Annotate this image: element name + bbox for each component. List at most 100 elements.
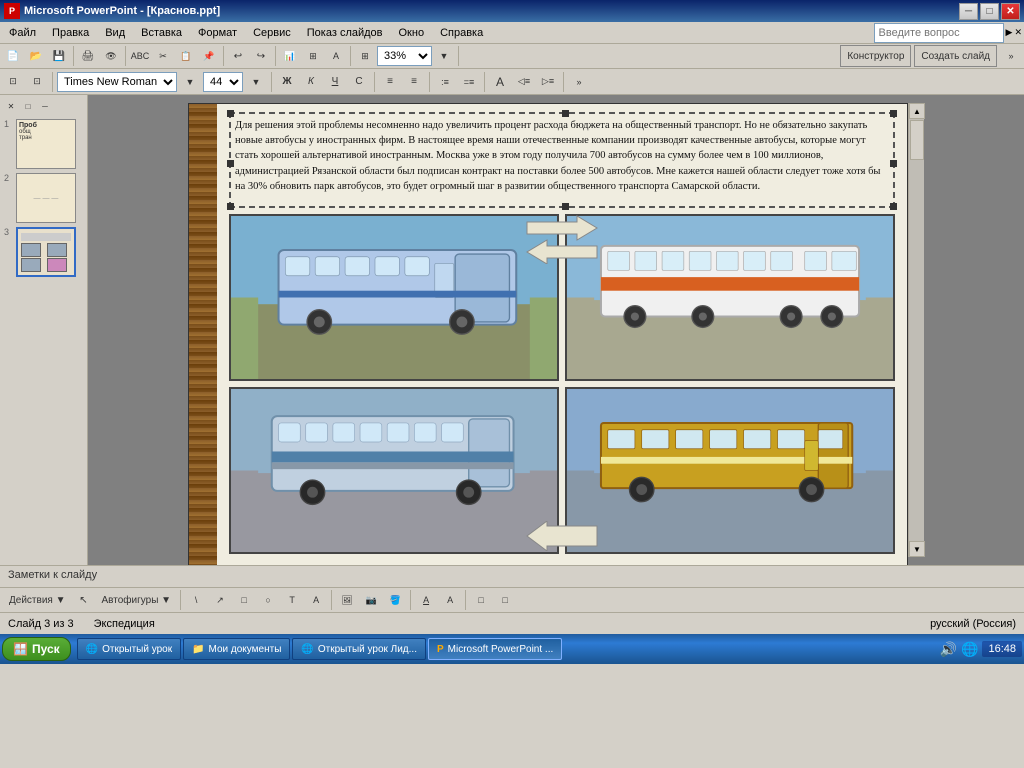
vertical-scrollbar[interactable]: ▲ ▼ <box>908 103 924 557</box>
new-button[interactable]: 📄 <box>2 45 24 67</box>
system-clock: 16:48 <box>982 641 1022 657</box>
scroll-down[interactable]: ▼ <box>909 541 925 557</box>
bus-image-3 <box>229 387 559 554</box>
slide-thumb-1[interactable]: 1 Проб общ тран <box>4 119 83 169</box>
help-close-icon[interactable]: ✕ <box>1014 27 1022 38</box>
handle-tl[interactable] <box>227 110 234 117</box>
taskbar-icon-3: 🌐 <box>301 644 313 655</box>
cut-button[interactable]: ✂ <box>152 45 174 67</box>
close-button[interactable]: ✕ <box>1001 3 1020 20</box>
bullets-button[interactable]: =≡ <box>458 71 480 93</box>
save-button[interactable]: 💾 <box>48 45 70 67</box>
minimize-button[interactable]: ─ <box>959 3 978 20</box>
help-arrow-icon[interactable]: ▶ <box>1006 27 1013 38</box>
handle-tc[interactable] <box>562 110 569 117</box>
taskbar-btn-3[interactable]: 🌐 Открытый урок Лид... <box>292 638 426 660</box>
taskbar-items: 🌐 Открытый урок 📁 Мои документы 🌐 Открыт… <box>77 638 563 660</box>
arrow-tool[interactable]: ↗ <box>209 589 231 611</box>
format-more[interactable]: » <box>568 71 590 93</box>
font-color-btn[interactable]: A <box>439 589 461 611</box>
indent-decrease[interactable]: ◁≡ <box>513 71 535 93</box>
font-select[interactable]: Times New Roman <box>57 72 177 92</box>
handle-bl[interactable] <box>227 203 234 210</box>
taskbar-icon-1: 🌐 <box>86 644 98 655</box>
start-button[interactable]: 🪟 Пуск <box>2 637 71 661</box>
paste-button[interactable]: 📌 <box>198 45 220 67</box>
redo-button[interactable]: ↪ <box>250 45 272 67</box>
print-button[interactable]: 🖨 <box>77 45 99 67</box>
scroll-up[interactable]: ▲ <box>909 103 925 119</box>
slide-container[interactable]: Для решения этой проблемы несомненно над… <box>188 103 908 565</box>
slide-thumb-3[interactable]: 3 <box>4 227 83 277</box>
handle-mr[interactable] <box>890 160 897 167</box>
menu-insert[interactable]: Вставка <box>134 24 189 42</box>
expand-button[interactable]: ⊞ <box>354 45 376 67</box>
italic-button[interactable]: К <box>300 71 322 93</box>
bold-button[interactable]: Ж <box>276 71 298 93</box>
chart-button[interactable]: 📊 <box>279 45 301 67</box>
align-left[interactable]: ≡ <box>379 71 401 93</box>
open-button[interactable]: 📂 <box>25 45 47 67</box>
underline-button[interactable]: Ч <box>324 71 346 93</box>
maximize-button[interactable]: □ <box>980 3 999 20</box>
new-slide-button[interactable]: Создать слайд <box>914 45 997 67</box>
menu-view[interactable]: Вид <box>98 24 132 42</box>
menu-window[interactable]: Окно <box>392 24 432 42</box>
fontsize-dropdown[interactable]: ▼ <box>245 71 267 93</box>
taskbar-btn-4[interactable]: P Microsoft PowerPoint ... <box>428 638 562 660</box>
picture-tool[interactable]: 📷 <box>360 589 382 611</box>
3d-style-btn[interactable]: □ <box>494 589 516 611</box>
fill-color-btn[interactable]: 🪣 <box>384 589 406 611</box>
table-button[interactable]: ⊞ <box>302 45 324 67</box>
panel-btn3[interactable]: ─ <box>38 99 52 113</box>
menu-format[interactable]: Формат <box>191 24 244 42</box>
panel-btn2[interactable]: □ <box>21 99 35 113</box>
handle-tr[interactable] <box>890 110 897 117</box>
select-tool[interactable]: ↖ <box>73 589 95 611</box>
preview-button[interactable]: 👁 <box>100 45 122 67</box>
shadow-button[interactable]: С <box>348 71 370 93</box>
textbox-tool[interactable]: T <box>281 589 303 611</box>
slide-thumb-2[interactable]: 2 — — — <box>4 173 83 223</box>
handle-ml[interactable] <box>227 160 234 167</box>
help-input[interactable] <box>874 23 1004 43</box>
text-block[interactable]: Для решения этой проблемы несомненно над… <box>229 112 895 208</box>
wordart-tool[interactable]: A <box>305 589 327 611</box>
oval-tool[interactable]: ○ <box>257 589 279 611</box>
indent-increase[interactable]: ▷≡ <box>537 71 559 93</box>
menu-help[interactable]: Справка <box>433 24 490 42</box>
toolbar-more[interactable]: » <box>1000 45 1022 67</box>
autoshapes-button[interactable]: Автофигуры ▼ <box>97 589 177 611</box>
format-tb-btn1[interactable]: ⊡ <box>2 71 24 93</box>
menu-file[interactable]: Файл <box>2 24 43 42</box>
zoom-dropdown[interactable]: ▼ <box>433 45 455 67</box>
menu-edit[interactable]: Правка <box>45 24 96 42</box>
menu-service[interactable]: Сервис <box>246 24 298 42</box>
handle-br[interactable] <box>890 203 897 210</box>
handle-bc[interactable] <box>562 203 569 210</box>
scroll-track[interactable] <box>909 119 924 541</box>
font-dropdown[interactable]: ▼ <box>179 71 201 93</box>
line-color-btn[interactable]: A <box>415 589 437 611</box>
taskbar-btn-1[interactable]: 🌐 Открытый урок <box>77 638 181 660</box>
spell-button[interactable]: ABC <box>129 45 151 67</box>
format-tb-btn2[interactable]: ⊡ <box>26 71 48 93</box>
taskbar-btn-2[interactable]: 📁 Мои документы <box>183 638 290 660</box>
actions-button[interactable]: Действия ▼ <box>4 589 71 611</box>
undo-button[interactable]: ↩ <box>227 45 249 67</box>
scroll-thumb[interactable] <box>910 120 924 160</box>
numbering-button[interactable]: :≡ <box>434 71 456 93</box>
rect-tool[interactable]: □ <box>233 589 255 611</box>
panel-close[interactable]: ✕ <box>4 99 18 113</box>
align-center[interactable]: ≡ <box>403 71 425 93</box>
font-size-increase[interactable]: A <box>489 71 511 93</box>
line-tool[interactable]: \ <box>185 589 207 611</box>
zoom-select[interactable]: 33% <box>377 46 432 66</box>
wordart-button[interactable]: A <box>325 45 347 67</box>
clipart-tool[interactable]: 🖼 <box>336 589 358 611</box>
menu-slideshow[interactable]: Показ слайдов <box>300 24 390 42</box>
design-button[interactable]: Конструктор <box>840 45 911 67</box>
shadow-style-btn[interactable]: □ <box>470 589 492 611</box>
fontsize-select[interactable]: 44 <box>203 72 243 92</box>
copy-button[interactable]: 📋 <box>175 45 197 67</box>
